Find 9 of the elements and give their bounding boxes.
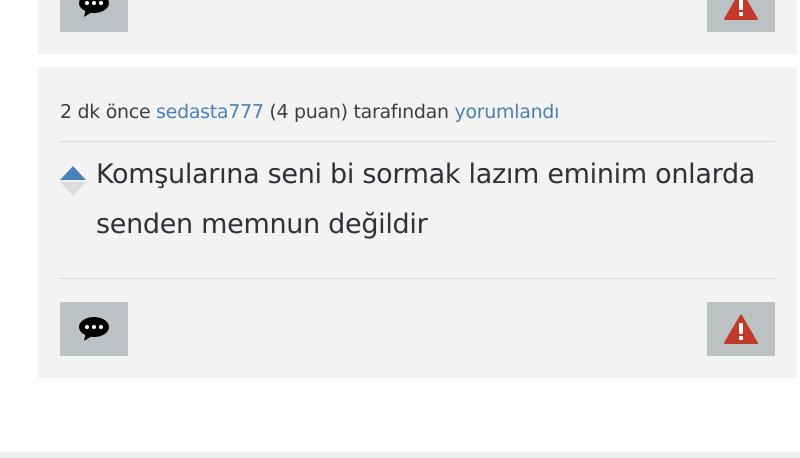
warning-icon xyxy=(724,314,758,344)
speech-bubble-icon xyxy=(78,316,110,342)
action-link[interactable]: yorumlandı xyxy=(454,101,560,123)
reply-button[interactable] xyxy=(60,302,128,356)
author-link[interactable]: sedasta777 xyxy=(156,101,264,123)
comment-text: Komşularına seni bi sormak lazım eminim onlarda senden memnun değildir xyxy=(96,158,756,242)
upvote-icon[interactable] xyxy=(60,166,86,180)
report-button[interactable] xyxy=(707,302,775,356)
comment-meta: 2 dk önce sedasta777 (4 puan) tarafından yorumlandı xyxy=(60,67,775,142)
